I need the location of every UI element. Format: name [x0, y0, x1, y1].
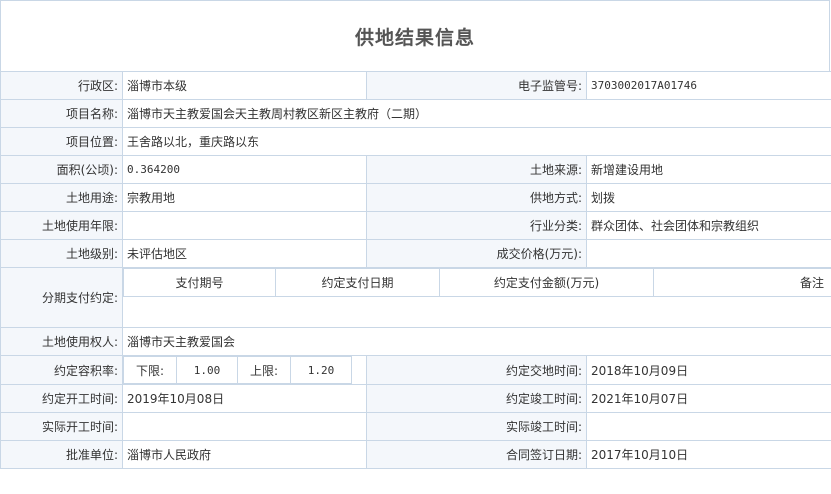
supervision-no-label: 电子监管号: [366, 71, 587, 100]
land-info-table: 行政区: 淄博市本级 电子监管号: 3703002017A01746 项目名称:… [0, 71, 831, 469]
row-land-user: 土地使用权人: 淄博市天主教爱国会 [0, 327, 831, 356]
approver-label: 批准单位: [0, 440, 123, 469]
far-upper-value: 1.20 [307, 363, 335, 377]
start-time-label: 约定开工时间: [0, 384, 123, 413]
project-name-label: 项目名称: [0, 99, 123, 128]
industry-value: 群众团体、社会团体和宗教组织 [586, 211, 831, 240]
deal-price-label: 成交价格(万元): [366, 239, 587, 268]
supply-method-value: 划拨 [586, 183, 831, 212]
supervision-no-value: 3703002017A01746 [586, 71, 831, 100]
land-grade-label: 土地级别: [0, 239, 123, 268]
district-value: 淄博市本级 [122, 71, 367, 100]
use-years-label: 土地使用年限: [0, 211, 123, 240]
area-value: 0.364200 [122, 155, 367, 184]
delivery-time-value: 2018年10月09日 [586, 355, 831, 385]
actual-start-label: 实际开工时间: [0, 412, 123, 441]
land-use-label: 土地用途: [0, 183, 123, 212]
far-label: 约定容积率: [0, 355, 123, 385]
delivery-time-label: 约定交地时间: [366, 355, 587, 385]
project-location-value: 王舍路以北，重庆路以东 [122, 127, 831, 156]
land-source-value: 新增建设用地 [586, 155, 831, 184]
page-title: 供地结果信息 [354, 26, 475, 49]
row-start-time: 约定开工时间: 2019年10月08日 约定竣工时间: 2021年10月07日 [0, 384, 831, 413]
row-project-name: 项目名称: 淄博市天主教爱国会天主教周村教区新区主教府（二期） [0, 99, 831, 128]
actual-completion-value [586, 412, 831, 441]
supply-method-label: 供地方式: [366, 183, 587, 212]
actual-completion-label: 实际竣工时间: [366, 412, 587, 441]
row-actual-times: 实际开工时间: 实际竣工时间: [0, 412, 831, 441]
approver-value: 淄博市人民政府 [122, 440, 367, 469]
far-row: 下限: 1.00 上限: 1.20 [123, 356, 362, 384]
row-installment: 分期支付约定: 支付期号 约定支付日期 约定支付金额(万元) 备注 [0, 267, 831, 328]
deal-price-value [586, 239, 831, 268]
row-district: 行政区: 淄博市本级 电子监管号: 3703002017A01746 [0, 71, 831, 100]
title-bar: 供地结果信息 [0, 0, 830, 71]
installment-header-date: 约定支付日期 [275, 268, 440, 297]
row-area: 面积(公顷): 0.364200 土地来源: 新增建设用地 [0, 155, 831, 184]
completion-time-label: 约定竣工时间: [366, 384, 587, 413]
completion-time-value: 2021年10月07日 [586, 384, 831, 413]
area-label: 面积(公顷): [0, 155, 123, 184]
far-lower-value: 1.00 [177, 357, 238, 383]
row-land-use: 土地用途: 宗教用地 供地方式: 划拨 [0, 183, 831, 212]
installment-table: 支付期号 约定支付日期 约定支付金额(万元) 备注 [123, 268, 831, 297]
installment-cell: 支付期号 约定支付日期 约定支付金额(万元) 备注 [122, 267, 831, 328]
land-use-value: 宗教用地 [122, 183, 367, 212]
contract-date-value: 2017年10月10日 [586, 440, 831, 469]
land-user-value: 淄博市天主教爱国会 [122, 327, 831, 356]
land-grade-value: 未评估地区 [122, 239, 367, 268]
district-label: 行政区: [0, 71, 123, 100]
start-time-value: 2019年10月08日 [122, 384, 367, 413]
installment-header-period: 支付期号 [123, 268, 276, 297]
actual-start-value [122, 412, 367, 441]
far-box: 下限: 1.00 上限: 1.20 [123, 356, 352, 384]
installment-header-note: 备注 [653, 268, 831, 297]
row-land-grade: 土地级别: 未评估地区 成交价格(万元): [0, 239, 831, 268]
project-name-value: 淄博市天主教爱国会天主教周村教区新区主教府（二期） [122, 99, 831, 128]
row-project-location: 项目位置: 王舍路以北，重庆路以东 [0, 127, 831, 156]
installment-header-row: 支付期号 约定支付日期 约定支付金额(万元) 备注 [123, 268, 831, 297]
far-lower-label: 下限: [124, 357, 177, 383]
land-user-label: 土地使用权人: [0, 327, 123, 356]
row-approver: 批准单位: 淄博市人民政府 合同签订日期: 2017年10月10日 [0, 440, 831, 469]
industry-label: 行业分类: [366, 211, 587, 240]
project-location-label: 项目位置: [0, 127, 123, 156]
installment-label: 分期支付约定: [0, 267, 123, 328]
use-years-value [122, 211, 367, 240]
far-value-cell: 下限: 1.00 上限: 1.20 [122, 355, 367, 385]
row-far: 约定容积率: 下限: 1.00 上限: 1.20 约定交地时间: 2018年10… [0, 355, 831, 385]
row-use-years: 土地使用年限: 行业分类: 群众团体、社会团体和宗教组织 [0, 211, 831, 240]
contract-date-label: 合同签订日期: [366, 440, 587, 469]
land-source-label: 土地来源: [366, 155, 587, 184]
land-supply-result-page: 供地结果信息 行政区: 淄博市本级 电子监管号: 3703002017A0174… [0, 0, 831, 494]
far-upper-label: 上限: [238, 357, 291, 383]
installment-header-amount: 约定支付金额(万元) [439, 268, 654, 297]
